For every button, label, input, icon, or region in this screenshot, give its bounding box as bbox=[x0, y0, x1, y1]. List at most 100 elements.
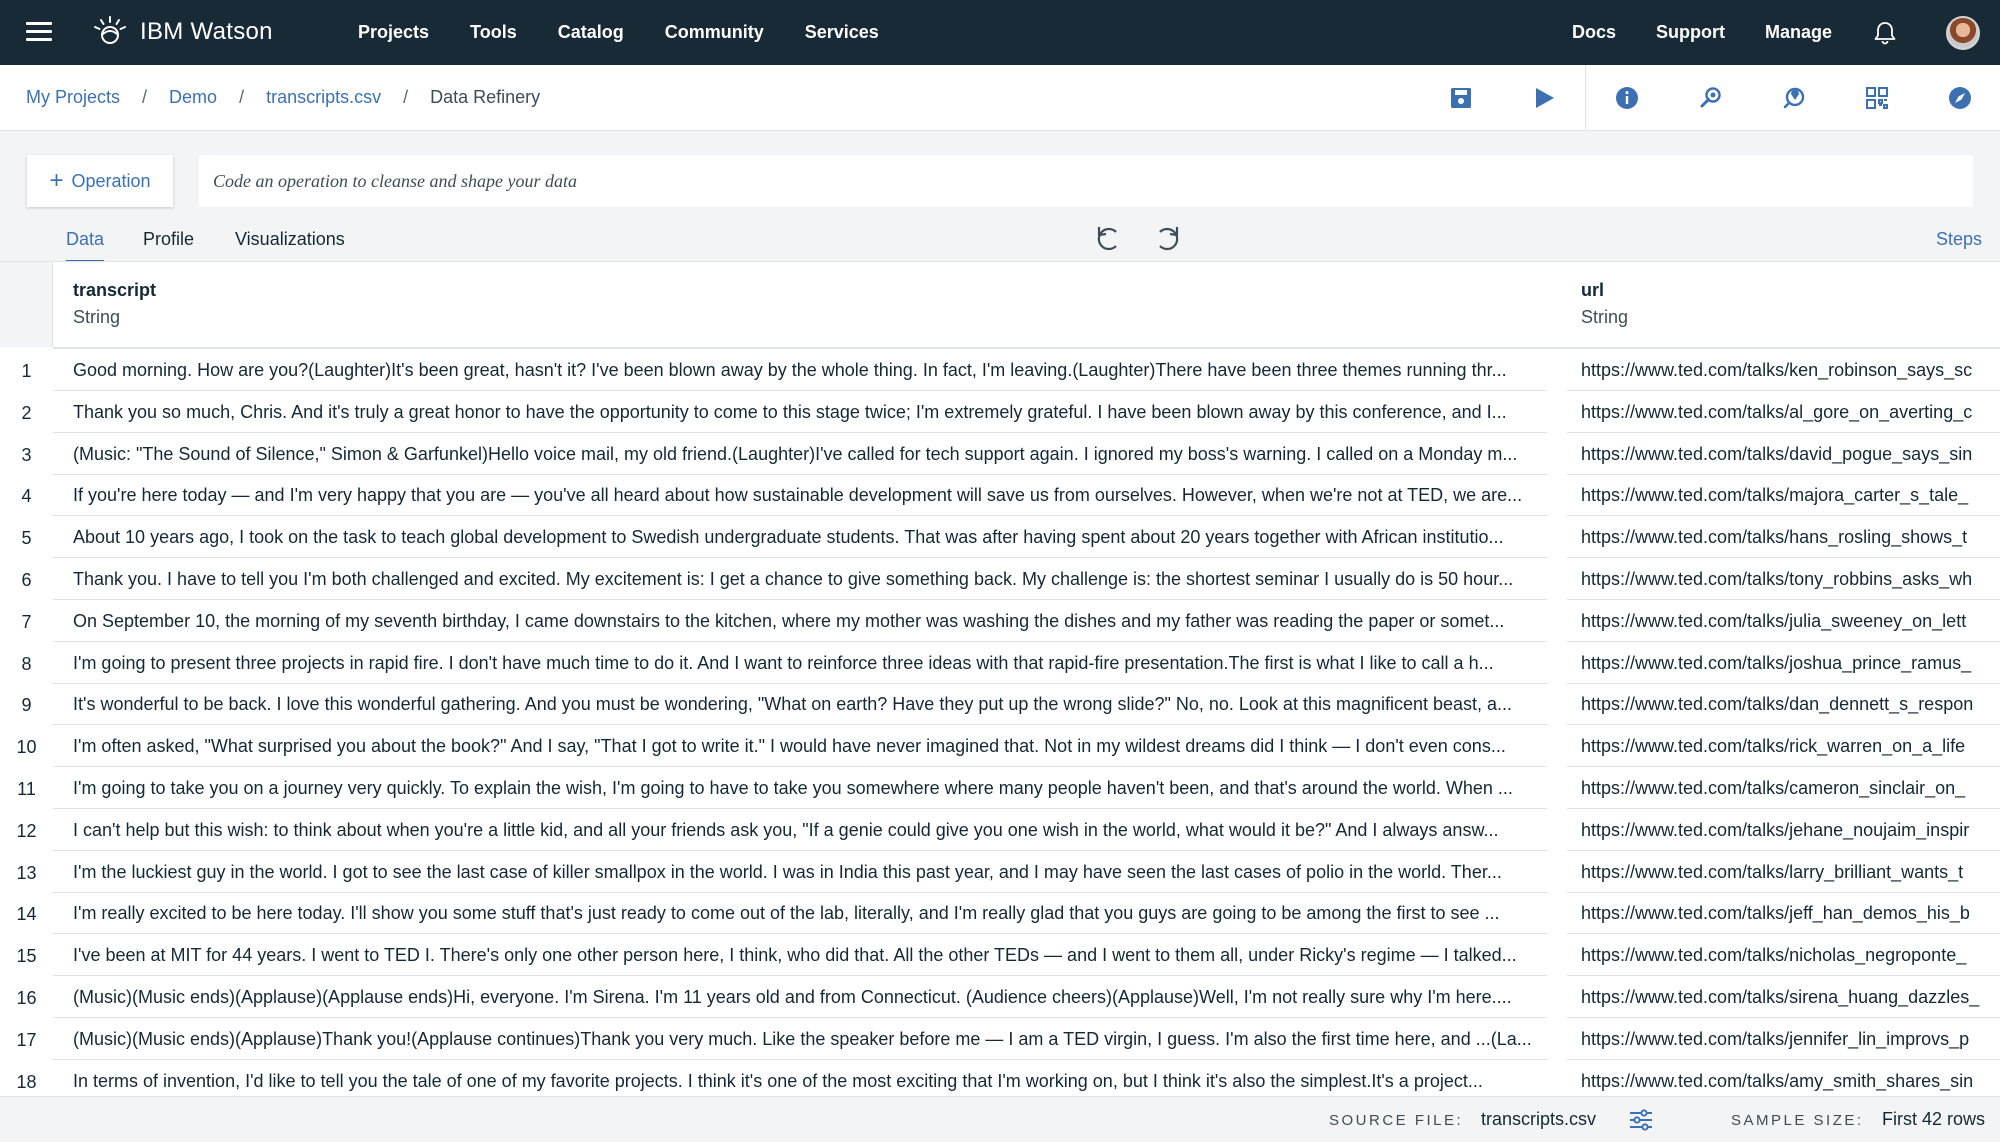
ibm-watson-logo[interactable]: IBM Watson bbox=[92, 14, 273, 50]
breadcrumb-separator: / bbox=[239, 87, 245, 107]
table-row[interactable]: 14 I'm really excited to be here today. I… bbox=[0, 892, 2000, 935]
table-row[interactable]: 8 I'm going to present three projects in … bbox=[0, 642, 2000, 684]
nav-manage[interactable]: Manage bbox=[1765, 22, 1832, 43]
table-row[interactable]: 3 (Music: "The Sound of Silence," Simon &… bbox=[0, 433, 2000, 475]
hamburger-menu-icon[interactable] bbox=[26, 22, 52, 42]
cell-url[interactable]: https://www.ted.com/talks/cameron_sincla… bbox=[1581, 778, 2000, 799]
cell-transcript[interactable]: If you're here today — and I'm very happ… bbox=[73, 485, 1547, 506]
cell-transcript[interactable]: I've been at MIT for 44 years. I went to… bbox=[73, 945, 1547, 966]
cell-transcript[interactable]: (Music)(Music ends)(Applause)(Applause e… bbox=[73, 987, 1547, 1008]
layout-grid-icon[interactable] bbox=[1862, 83, 1892, 113]
cell-transcript[interactable]: About 10 years ago, I took on the task t… bbox=[73, 527, 1547, 548]
tab-data[interactable]: Data bbox=[66, 229, 105, 263]
table-row[interactable]: 18 In terms of invention, I'd like to tel… bbox=[0, 1060, 2000, 1096]
cell-url[interactable]: https://www.ted.com/talks/tony_robbins_a… bbox=[1581, 569, 2000, 590]
sample-settings-icon[interactable] bbox=[1628, 1107, 1654, 1133]
cell-url[interactable]: https://www.ted.com/talks/rick_warren_on… bbox=[1581, 736, 2000, 757]
code-operation-input[interactable] bbox=[199, 155, 1973, 207]
row-number: 7 bbox=[21, 611, 32, 632]
column-header-transcript[interactable]: transcript String bbox=[73, 280, 156, 328]
table-row[interactable]: 15 I've been at MIT for 44 years. I went … bbox=[0, 934, 2000, 977]
table-row[interactable]: 12 I can't help but this wish: to think a… bbox=[0, 809, 2000, 851]
cell-url[interactable]: https://www.ted.com/talks/al_gore_on_ave… bbox=[1581, 402, 2000, 423]
sample-size-value: First 42 rows bbox=[1882, 1109, 1986, 1129]
breadcrumb-my-projects[interactable]: My Projects bbox=[26, 87, 120, 108]
cell-transcript[interactable]: Good morning. How are you?(Laughter)It's… bbox=[73, 360, 1547, 381]
table-row[interactable]: 11 I'm going to take you on a journey ver… bbox=[0, 767, 2000, 809]
cell-transcript[interactable]: Thank you so much, Chris. And it's truly… bbox=[73, 402, 1547, 423]
cell-url[interactable]: https://www.ted.com/talks/ken_robinson_s… bbox=[1581, 360, 2000, 381]
plus-icon: + bbox=[49, 167, 64, 194]
row-number: 2 bbox=[21, 402, 32, 423]
nav-support[interactable]: Support bbox=[1656, 22, 1725, 43]
table-row[interactable]: 5 About 10 years ago, I took on the task … bbox=[0, 516, 2000, 559]
nav-docs[interactable]: Docs bbox=[1572, 22, 1616, 43]
cell-url[interactable]: https://www.ted.com/talks/dan_dennett_s_… bbox=[1581, 694, 2000, 715]
table-row[interactable]: 2 Thank you so much, Chris. And it's trul… bbox=[0, 391, 2000, 433]
cell-url[interactable]: https://www.ted.com/talks/jehane_noujaim… bbox=[1581, 820, 2000, 841]
cell-url[interactable]: https://www.ted.com/talks/larry_brillian… bbox=[1581, 862, 2000, 883]
redo-icon[interactable] bbox=[1150, 224, 1182, 252]
environment-icon[interactable] bbox=[1779, 83, 1809, 113]
compass-icon[interactable] bbox=[1945, 83, 1975, 113]
cell-url[interactable]: https://www.ted.com/talks/julia_sweeney_… bbox=[1581, 611, 2000, 632]
cell-transcript[interactable]: In terms of invention, I'd like to tell … bbox=[73, 1071, 1547, 1092]
user-avatar[interactable] bbox=[1946, 15, 1980, 50]
cell-transcript[interactable]: I can't help but this wish: to think abo… bbox=[73, 820, 1547, 841]
table-row[interactable]: 16 (Music)(Music ends)(Applause)(Applause… bbox=[0, 976, 2000, 1018]
undo-icon[interactable] bbox=[1094, 224, 1126, 252]
table-row[interactable]: 4 If you're here today — and I'm very hap… bbox=[0, 474, 2000, 517]
breadcrumb-transcripts-csv[interactable]: transcripts.csv bbox=[266, 87, 381, 108]
cell-url[interactable]: https://www.ted.com/talks/majora_carter_… bbox=[1581, 485, 2000, 506]
cell-transcript[interactable]: I'm going to present three projects in r… bbox=[73, 653, 1547, 674]
cell-url[interactable]: https://www.ted.com/talks/david_pogue_sa… bbox=[1581, 444, 2000, 465]
main-menu: Projects Tools Catalog Community Service… bbox=[358, 0, 920, 65]
row-number: 11 bbox=[17, 779, 36, 799]
cell-url[interactable]: https://www.ted.com/talks/amy_smith_shar… bbox=[1581, 1071, 2000, 1092]
cell-transcript[interactable]: Thank you. I have to tell you I'm both c… bbox=[73, 569, 1547, 590]
table-row[interactable]: 6 Thank you. I have to tell you I'm both … bbox=[0, 558, 2000, 600]
table-row[interactable]: 1 Good morning. How are you?(Laughter)It'… bbox=[0, 349, 2000, 391]
table-row[interactable]: 9 It's wonderful to be back. I love this … bbox=[0, 683, 2000, 726]
table-row[interactable]: 7 On September 10, the morning of my seve… bbox=[0, 600, 2000, 642]
cell-transcript[interactable]: (Music: "The Sound of Silence," Simon & … bbox=[73, 444, 1547, 465]
nav-community[interactable]: Community bbox=[665, 22, 764, 43]
right-menu: Docs Support Manage bbox=[1572, 0, 2000, 65]
cell-transcript[interactable]: I'm the luckiest guy in the world. I got… bbox=[73, 862, 1547, 883]
cell-url[interactable]: https://www.ted.com/talks/hans_rosling_s… bbox=[1581, 527, 2000, 548]
cell-transcript[interactable]: I'm going to take you on a journey very … bbox=[73, 778, 1547, 799]
sample-size-label: SAMPLE SIZE: bbox=[1731, 1112, 1864, 1129]
cell-transcript[interactable]: It's wonderful to be back. I love this w… bbox=[73, 694, 1547, 715]
tab-visualizations[interactable]: Visualizations bbox=[235, 229, 345, 260]
table-row[interactable]: 13 I'm the luckiest guy in the world. I g… bbox=[0, 851, 2000, 893]
table-row[interactable]: 17 (Music)(Music ends)(Applause)Thank you… bbox=[0, 1018, 2000, 1060]
steps-link[interactable]: Steps bbox=[1936, 229, 1982, 250]
cell-transcript[interactable]: (Music)(Music ends)(Applause)Thank you!(… bbox=[73, 1029, 1547, 1050]
cell-url[interactable]: https://www.ted.com/talks/nicholas_negro… bbox=[1581, 945, 2000, 966]
column-header-url[interactable]: url String bbox=[1581, 280, 1628, 328]
nav-services[interactable]: Services bbox=[805, 22, 879, 43]
table-row[interactable]: 10 I'm often asked, "What surprised you a… bbox=[0, 725, 2000, 768]
watson-logo-icon bbox=[94, 16, 126, 44]
nav-projects[interactable]: Projects bbox=[358, 22, 429, 43]
run-icon[interactable] bbox=[1529, 83, 1559, 113]
nav-catalog[interactable]: Catalog bbox=[558, 22, 624, 43]
cell-transcript[interactable]: I'm often asked, "What surprised you abo… bbox=[73, 736, 1547, 757]
tab-profile[interactable]: Profile bbox=[143, 229, 194, 260]
cell-url[interactable]: https://www.ted.com/talks/sirena_huang_d… bbox=[1581, 987, 2000, 1008]
cell-url[interactable]: https://www.ted.com/talks/jeff_han_demos… bbox=[1581, 903, 2000, 924]
search-data-icon[interactable] bbox=[1696, 83, 1726, 113]
breadcrumb-demo[interactable]: Demo bbox=[169, 87, 217, 108]
add-operation-button[interactable]: + Operation bbox=[27, 155, 173, 207]
nav-tools[interactable]: Tools bbox=[470, 22, 517, 43]
breadcrumb-separator: / bbox=[403, 87, 409, 107]
cell-transcript[interactable]: On September 10, the morning of my seven… bbox=[73, 611, 1547, 632]
info-icon[interactable] bbox=[1612, 83, 1642, 113]
notification-bell-icon[interactable] bbox=[1872, 20, 1898, 46]
save-job-icon[interactable] bbox=[1446, 83, 1476, 113]
cell-transcript[interactable]: I'm really excited to be here today. I'l… bbox=[73, 903, 1547, 924]
row-number: 12 bbox=[16, 820, 37, 841]
breadcrumb-separator: / bbox=[142, 87, 148, 107]
cell-url[interactable]: https://www.ted.com/talks/joshua_prince_… bbox=[1581, 653, 2000, 674]
cell-url[interactable]: https://www.ted.com/talks/jennifer_lin_i… bbox=[1581, 1029, 2000, 1050]
